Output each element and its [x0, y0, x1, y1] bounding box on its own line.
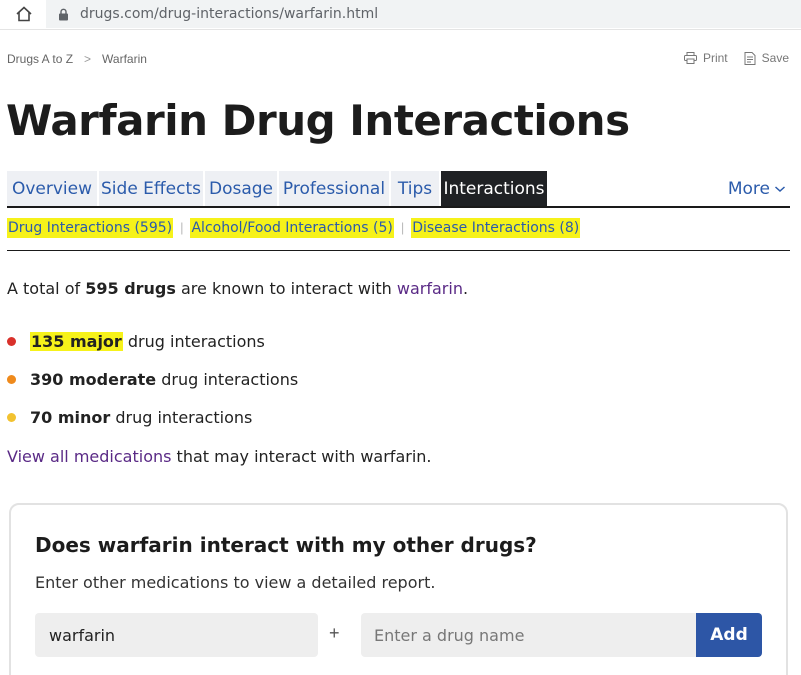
breadcrumb-warfarin[interactable]: Warfarin [102, 52, 147, 66]
tab-overview[interactable]: Overview [7, 171, 97, 206]
tab-tips[interactable]: Tips [391, 171, 439, 206]
interaction-summary: A total of 595 drugs are known to intera… [7, 279, 468, 298]
checker-title: Does warfarin interact with my other dru… [35, 533, 537, 557]
breadcrumb: Drugs A to Z > Warfarin [7, 52, 147, 66]
minor-severity-dot-icon [7, 412, 16, 422]
moderate-severity-dot-icon [7, 374, 16, 384]
subnav-drug-interactions[interactable]: Drug Interactions (595) [7, 218, 174, 238]
summary-prefix: A total of [7, 279, 86, 298]
subnav-disease-interactions[interactable]: Disease Interactions (8) [411, 218, 581, 238]
save-button[interactable]: Save [744, 51, 789, 65]
minor-label: drug interactions [110, 407, 253, 427]
printer-icon [683, 52, 697, 64]
print-label: Print [702, 51, 728, 65]
more-label: More [727, 178, 770, 199]
tab-professional[interactable]: Professional [279, 171, 389, 206]
print-button[interactable]: Print [683, 51, 728, 65]
tab-side-effects[interactable]: Side Effects [99, 171, 203, 206]
chevron-down-icon [775, 185, 785, 192]
interactions-subnav: Drug Interactions (595) | Alcohol/Food I… [7, 218, 790, 251]
severity-item-major: 135 major drug interactions [7, 322, 298, 360]
subnav-separator: | [180, 220, 184, 235]
moderate-count: 390 moderate [30, 369, 157, 389]
home-icon [16, 6, 32, 22]
add-drug-button[interactable]: Add [696, 613, 762, 657]
major-label: drug interactions [122, 331, 265, 351]
minor-count: 70 minor [30, 407, 111, 427]
page-title: Warfarin Drug Interactions [6, 96, 630, 145]
url-bar[interactable]: drugs.com/drug-interactions/warfarin.htm… [46, 0, 801, 28]
plus-icon: + [329, 623, 340, 643]
lock-icon [58, 7, 70, 21]
severity-list: 135 major drug interactions 390 moderate… [7, 322, 298, 436]
view-all-medications: View all medications that may interact w… [7, 447, 432, 466]
subnav-separator: | [400, 220, 405, 235]
home-button[interactable] [12, 3, 36, 25]
summary-suffix: . [462, 279, 469, 298]
major-severity-dot-icon [7, 336, 16, 346]
page-tools: Print Save [668, 51, 789, 65]
major-count: 135 major [30, 331, 123, 351]
tab-interactions[interactable]: Interactions [441, 171, 547, 206]
view-all-rest: that may interact with warfarin. [171, 447, 432, 466]
moderate-label: drug interactions [156, 369, 299, 389]
drug-name-input[interactable] [361, 613, 698, 657]
save-label: Save [761, 51, 789, 65]
view-all-medications-link[interactable]: View all medications [7, 447, 171, 466]
tab-bar: Overview Side Effects Dosage Professiona… [7, 171, 790, 208]
breadcrumb-separator-chevron: > [84, 52, 92, 66]
subnav-alcohol-food-interactions[interactable]: Alcohol/Food Interactions (5) [190, 218, 394, 238]
severity-item-moderate: 390 moderate drug interactions [7, 360, 298, 398]
current-drug-field[interactable]: warfarin [35, 613, 318, 657]
checker-description: Enter other medications to view a detail… [35, 573, 436, 592]
url-text: drugs.com/drug-interactions/warfarin.htm… [80, 6, 379, 22]
interaction-checker-card: Does warfarin interact with my other dru… [9, 503, 788, 675]
tab-dosage[interactable]: Dosage [205, 171, 277, 206]
more-menu-button[interactable]: More [728, 171, 786, 206]
breadcrumb-drugs-a-to-z[interactable]: Drugs A to Z [7, 52, 73, 66]
warfarin-link[interactable]: warfarin [397, 279, 463, 298]
summary-drug-count: 595 drugs [85, 279, 176, 298]
summary-middle: are known to interact with [175, 279, 397, 298]
severity-item-minor: 70 minor drug interactions [7, 398, 298, 436]
save-document-icon [744, 51, 756, 65]
browser-address-bar: drugs.com/drug-interactions/warfarin.htm… [0, 0, 801, 30]
